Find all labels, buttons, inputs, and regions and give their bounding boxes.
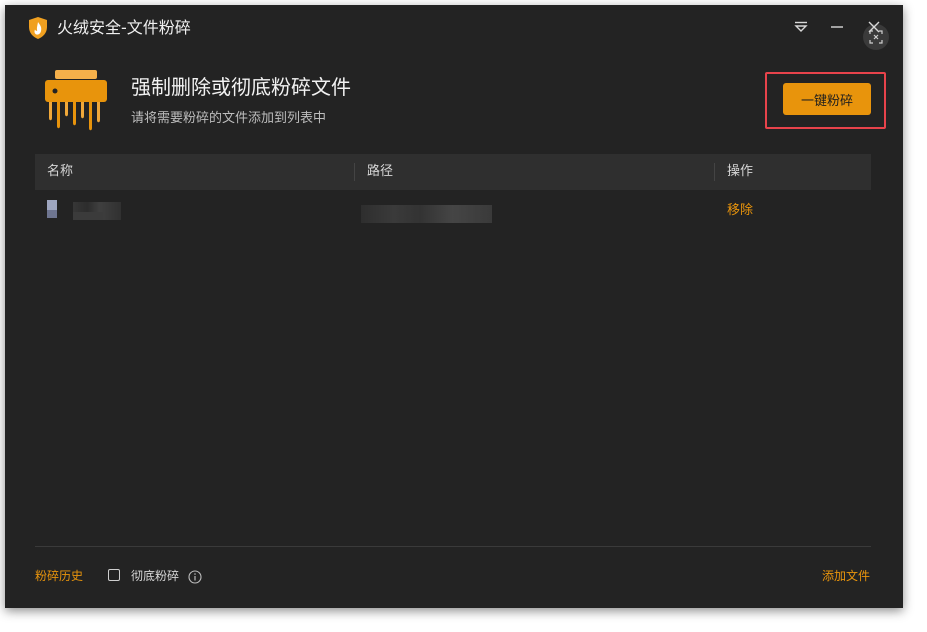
column-divider [714,163,715,181]
shredder-icon [43,68,109,132]
column-header-path: 路径 [367,164,394,179]
huorong-shield-icon [28,16,48,40]
info-icon[interactable] [188,569,202,584]
column-divider [354,163,355,181]
shred-history-link[interactable]: 粉碎历史 [35,567,83,584]
hero-subtitle: 请将需要粉碎的文件添加到列表中 [131,111,327,126]
shred-all-button[interactable]: 一键粉碎 [783,83,871,115]
file-table: 名称 路径 操作 移除 [35,154,871,524]
file-icon [47,200,61,220]
thorough-shred-checkbox[interactable] [108,569,120,581]
shredder-window: 火绒安全-文件粉碎 强制删除或彻底粉碎文件 请将需要粉碎的文件添加到列表中 一键… [5,5,903,608]
footer-divider [35,546,871,547]
column-header-name: 名称 [47,164,74,179]
column-header-action: 操作 [727,164,754,179]
window-title: 火绒安全-文件粉碎 [57,18,191,37]
hero-title: 强制删除或彻底粉碎文件 [131,75,351,99]
table-header: 名称 路径 操作 [35,154,871,190]
add-file-link[interactable]: 添加文件 [822,567,870,584]
minimize-icon[interactable] [825,15,849,39]
file-name-redacted [73,212,103,220]
file-path-redacted [361,205,492,223]
remove-link[interactable]: 移除 [727,199,753,218]
title-bar: 火绒安全-文件粉碎 [5,5,903,51]
close-icon[interactable] [862,15,886,39]
thorough-shred-label: 彻底粉碎 [131,569,180,583]
table-row[interactable]: 移除 [35,190,871,226]
menu-icon[interactable] [789,15,813,39]
